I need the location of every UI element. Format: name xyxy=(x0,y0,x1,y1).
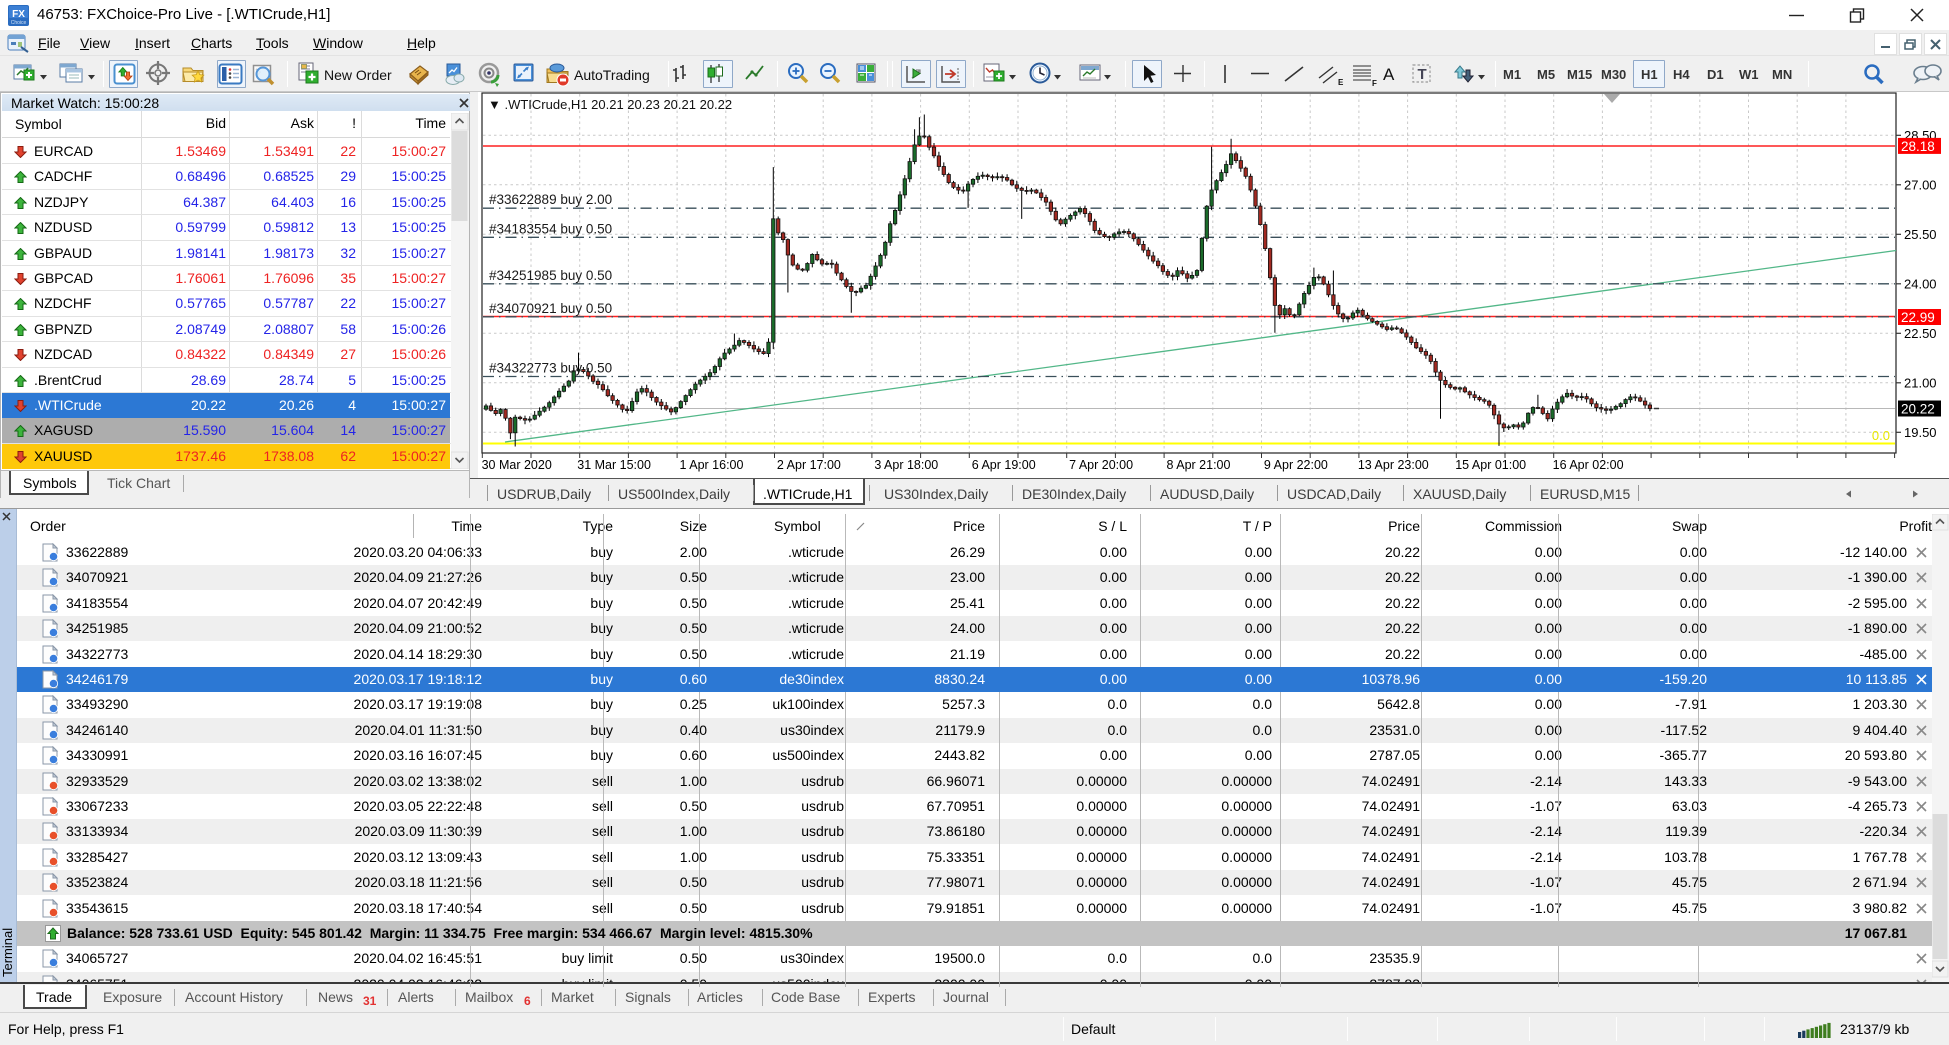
svg-text:15 Apr 01:00: 15 Apr 01:00 xyxy=(1455,458,1526,472)
svg-text:25.50: 25.50 xyxy=(1904,227,1937,242)
svg-text:27.00: 27.00 xyxy=(1904,177,1937,192)
svg-text:9 Apr 22:00: 9 Apr 22:00 xyxy=(1264,458,1328,472)
svg-text:A: A xyxy=(1383,65,1395,84)
svg-text:E: E xyxy=(1338,78,1344,87)
svg-text:19.50: 19.50 xyxy=(1904,425,1937,440)
svg-text:1 Apr 16:00: 1 Apr 16:00 xyxy=(680,458,744,472)
svg-text:▼ .WTICrude,H1 20.21 20.23 20: ▼ .WTICrude,H1 20.21 20.23 20.21 20.22 xyxy=(488,97,732,112)
svg-text:22.50: 22.50 xyxy=(1904,326,1937,341)
svg-text:0.0: 0.0 xyxy=(1872,428,1890,443)
svg-text:20.22: 20.22 xyxy=(1901,402,1935,417)
svg-text:FX: FX xyxy=(12,9,25,20)
svg-text:#34251985 buy 0.50: #34251985 buy 0.50 xyxy=(489,268,612,283)
svg-text:30 Mar 2020: 30 Mar 2020 xyxy=(482,458,552,472)
svg-text:6 Apr 19:00: 6 Apr 19:00 xyxy=(972,458,1036,472)
svg-text:28.18: 28.18 xyxy=(1901,139,1935,154)
svg-text:24.00: 24.00 xyxy=(1904,276,1937,291)
svg-text:31 Mar 15:00: 31 Mar 15:00 xyxy=(577,458,651,472)
svg-text:21.00: 21.00 xyxy=(1904,375,1937,390)
svg-text:2 Apr 17:00: 2 Apr 17:00 xyxy=(777,458,841,472)
svg-text:T: T xyxy=(1418,66,1427,83)
svg-text:16 Apr 02:00: 16 Apr 02:00 xyxy=(1553,458,1624,472)
svg-text:#34322773 buy 0.50: #34322773 buy 0.50 xyxy=(489,361,612,376)
svg-text:7 Apr 20:00: 7 Apr 20:00 xyxy=(1069,458,1133,472)
svg-text:#33622889 buy 2.00: #33622889 buy 2.00 xyxy=(489,192,612,207)
svg-text:Terminal: Terminal xyxy=(0,928,15,977)
svg-text:3 Apr 18:00: 3 Apr 18:00 xyxy=(874,458,938,472)
svg-text:#34070921 buy 0.50: #34070921 buy 0.50 xyxy=(489,301,612,316)
svg-text:F: F xyxy=(1372,79,1377,88)
svg-text:#34183554 buy 0.50: #34183554 buy 0.50 xyxy=(489,221,612,236)
svg-text:13 Apr 23:00: 13 Apr 23:00 xyxy=(1358,458,1429,472)
svg-text:Choice: Choice xyxy=(11,20,27,26)
svg-text:8 Apr 21:00: 8 Apr 21:00 xyxy=(1167,458,1231,472)
svg-text:22.99: 22.99 xyxy=(1901,310,1935,325)
